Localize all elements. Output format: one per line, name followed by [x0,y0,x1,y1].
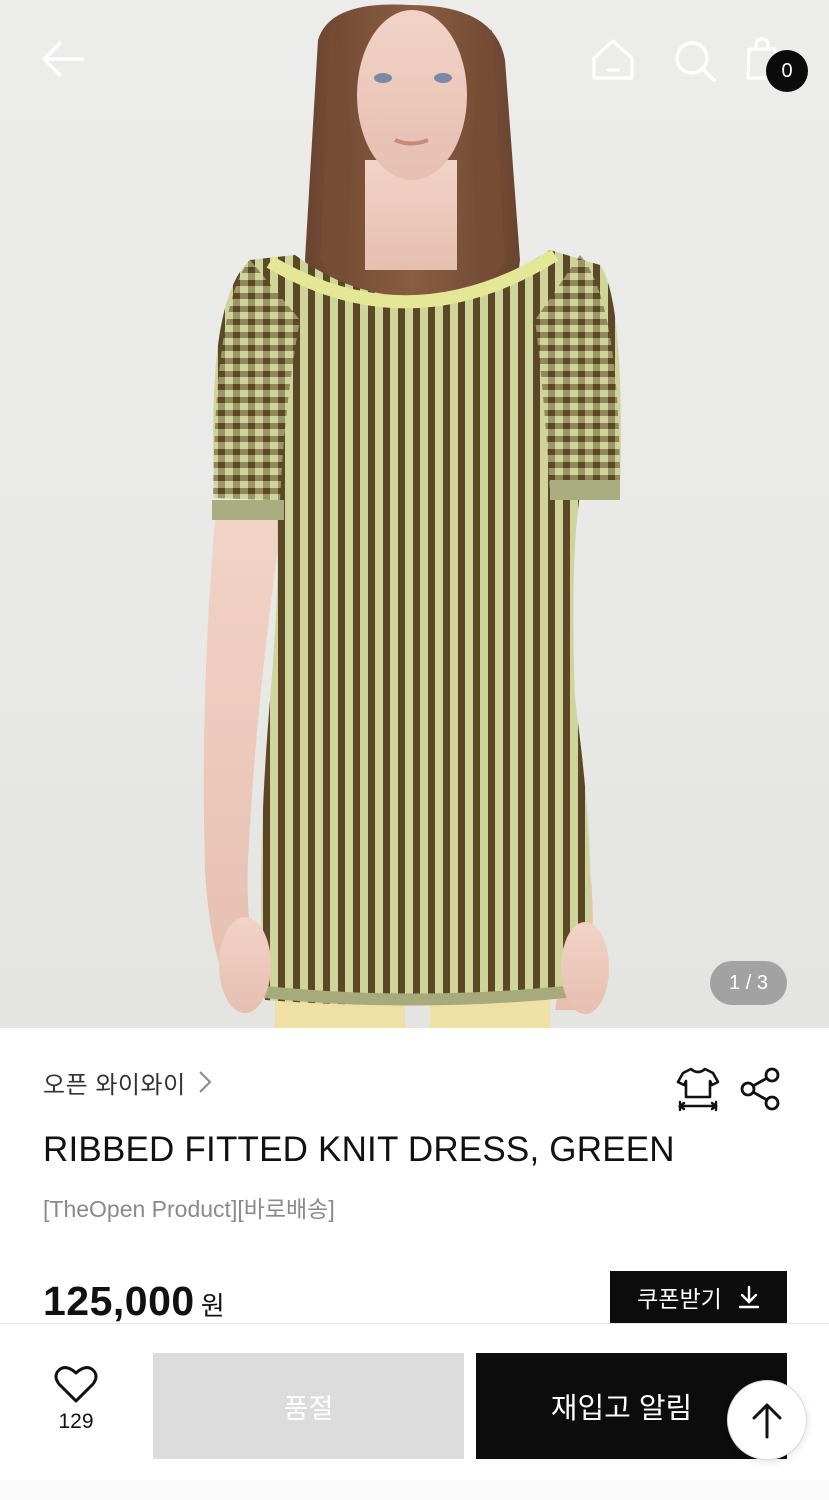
size-guide-button[interactable] [674,1064,722,1112]
price-amount: 125,000 [43,1278,195,1324]
product-photo [203,4,621,1028]
home-icon [592,39,634,80]
download-icon [738,1285,760,1309]
product-info: 오픈 와이와이 RIBBED FITTED KNIT DRESS, GREEN … [0,1028,829,1325]
price: 125,000 원 [43,1278,225,1325]
product-image-carousel[interactable]: 0 1 / 3 [0,0,829,1028]
image-page-indicator: 1 / 3 [710,961,787,1005]
scroll-to-top-button[interactable] [727,1380,807,1460]
cart-button[interactable]: 0 [742,34,812,94]
heart-icon [54,1366,98,1403]
top-navigation-bar: 0 [0,0,829,120]
brand-link[interactable]: 오픈 와이와이 [43,1066,212,1099]
search-icon [675,41,716,82]
bottom-action-bar: 129 품절 재입고 알림 [0,1323,829,1480]
sold-out-button[interactable]: 품절 [153,1353,464,1459]
search-button[interactable] [668,34,722,88]
coupon-download-button[interactable]: 쿠폰받기 [610,1271,787,1323]
wishlist-count: 129 [58,1410,94,1433]
arrow-left-icon [42,41,84,77]
price-currency: 원 [200,1291,225,1321]
home-button[interactable] [586,34,640,88]
product-title: RIBBED FITTED KNIT DRESS, GREEN [43,1130,675,1169]
share-icon [740,1067,780,1111]
product-detail-page: 0 1 / 3 오픈 와이와이 RIBBED FITTED KNIT DRESS… [0,0,829,1500]
product-tags: [TheOpen Product][바로배송] [43,1196,335,1222]
coupon-label: 쿠폰받기 [637,1286,722,1312]
brand-name: 오픈 와이와이 [43,1071,186,1099]
wishlist-button[interactable]: 129 [40,1364,112,1454]
chevron-right-icon [198,1071,212,1093]
back-button[interactable] [36,34,90,88]
share-button[interactable] [738,1066,784,1112]
size-guide-icon [676,1067,720,1112]
home-indicator-area [0,1480,829,1500]
arrow-up-icon [752,1403,782,1439]
cart-count-badge: 0 [766,50,808,92]
